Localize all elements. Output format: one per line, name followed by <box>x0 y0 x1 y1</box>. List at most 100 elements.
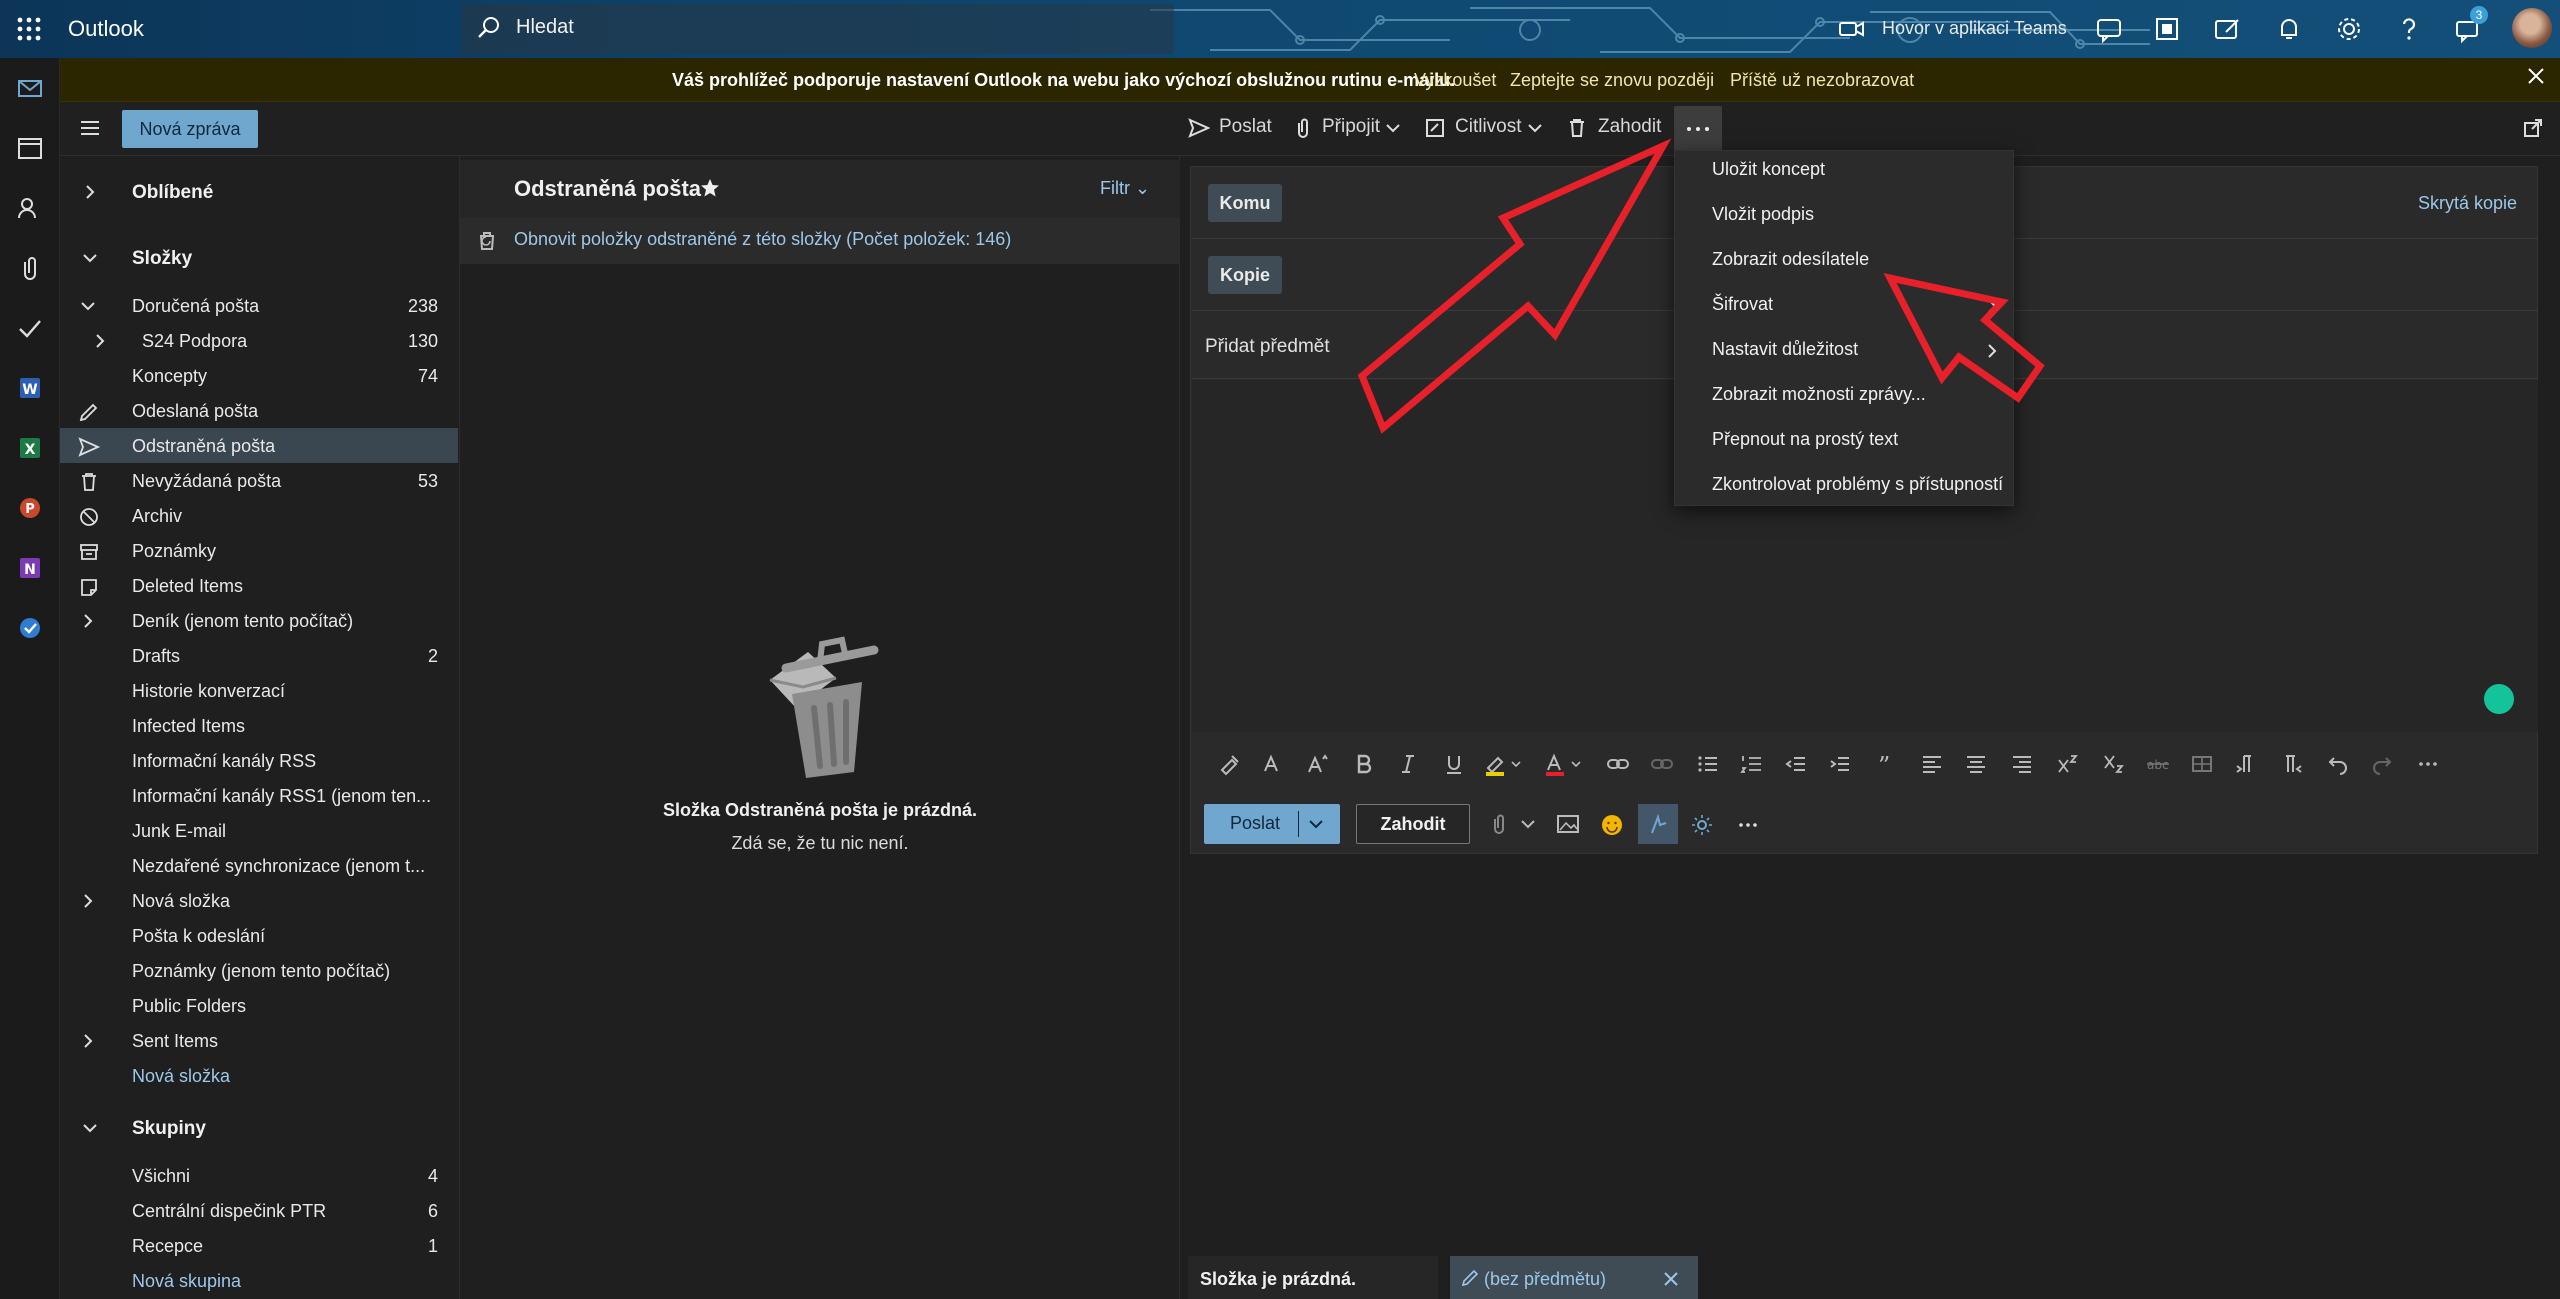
close-icon[interactable] <box>1662 1270 1680 1288</box>
align-center-icon[interactable] <box>1964 752 1988 776</box>
folder-item[interactable]: Historie konverzací <box>60 673 458 708</box>
chevron-right-icon[interactable] <box>80 1033 96 1049</box>
folder-item[interactable]: Nová složka <box>60 1058 458 1093</box>
folder-item[interactable]: Odstraněná pošta <box>60 428 458 463</box>
folder-item[interactable]: Informační kanály RSS <box>60 743 458 778</box>
cc-button[interactable]: Kopie <box>1208 256 1282 294</box>
help-icon[interactable] <box>2394 14 2424 44</box>
folder-item[interactable]: Nevyžádaná pošta 53 <box>60 463 458 498</box>
folder-item[interactable]: Deník (jenom tento počítač) <box>60 603 458 638</box>
align-right-icon[interactable] <box>2010 752 2034 776</box>
emoji-icon[interactable] <box>1600 813 1624 837</box>
chevron-down-icon[interactable] <box>1518 813 1538 835</box>
superscript-icon[interactable] <box>2056 752 2080 776</box>
teams-call-link[interactable]: Hovor v aplikaci Teams <box>1882 18 2067 39</box>
pop-out-icon[interactable] <box>2522 117 2544 139</box>
unlink-icon[interactable] <box>1650 752 1674 776</box>
group-item[interactable]: Centrální dispečink PTR 6 <box>60 1193 458 1228</box>
folder-item[interactable]: Doručená pošta 238 <box>60 288 458 323</box>
folder-item[interactable]: S24 Podpora 130 <box>60 323 458 358</box>
sensitivity-command[interactable]: Citlivost <box>1455 116 1522 138</box>
menu-item[interactable]: Přepnout na prostý text <box>1674 418 2014 463</box>
ellipsis-icon[interactable] <box>2416 752 2440 776</box>
todo-icon[interactable] <box>14 312 46 344</box>
folder-item[interactable]: Infected Items <box>60 708 458 743</box>
hamburger-menu-icon[interactable] <box>78 116 102 140</box>
bold-icon[interactable] <box>1352 752 1376 776</box>
increase-indent-icon[interactable] <box>1828 752 1852 776</box>
calendar-icon[interactable] <box>14 132 46 164</box>
whats-new-icon[interactable] <box>2212 14 2242 44</box>
rtl-icon[interactable] <box>2280 752 2304 776</box>
folder-item[interactable]: Pošta k odeslání <box>60 918 458 953</box>
chevron-down-icon[interactable] <box>1526 117 1544 139</box>
menu-item[interactable]: Nastavit důležitost <box>1674 328 2014 373</box>
todo-app-icon[interactable] <box>14 612 46 644</box>
banner-never-link[interactable]: Příště už nezobrazovat <box>1730 70 1914 91</box>
onenote-icon[interactable]: N <box>14 552 46 584</box>
link-icon[interactable] <box>1606 752 1630 776</box>
sun-icon[interactable] <box>1690 813 1714 837</box>
folder-item[interactable]: Nezdařené synchronizace (jenom t... <box>60 848 458 883</box>
redo-icon[interactable] <box>2370 752 2394 776</box>
folder-item[interactable]: Poznámky (jenom tento počítač) <box>60 953 458 988</box>
bell-icon[interactable] <box>2274 14 2304 44</box>
restore-deleted-link[interactable]: Obnovit položky odstraněné z této složky… <box>514 229 1011 250</box>
discard-command[interactable]: Zahodit <box>1598 116 1661 138</box>
numbering-icon[interactable] <box>1740 752 1764 776</box>
folder-item[interactable]: Odeslaná pošta <box>60 393 458 428</box>
font-icon[interactable] <box>1262 752 1286 776</box>
to-button[interactable]: Komu <box>1208 184 1282 222</box>
chevron-down-icon[interactable] <box>1384 117 1402 139</box>
paperclip-icon[interactable] <box>1488 813 1510 835</box>
favorites-section[interactable]: Oblíbené <box>60 172 458 212</box>
menu-item[interactable]: Uložit koncept <box>1674 148 2014 193</box>
chevron-right-icon[interactable] <box>80 613 96 629</box>
menu-item[interactable]: Šifrovat <box>1674 283 2014 328</box>
mail-icon[interactable] <box>14 72 46 104</box>
font-size-icon[interactable] <box>1306 752 1330 776</box>
video-call-icon[interactable] <box>1836 14 1866 44</box>
office-icon[interactable] <box>2152 14 2182 44</box>
folder-item[interactable]: Archiv <box>60 498 458 533</box>
ellipsis-icon[interactable] <box>1736 813 1760 837</box>
decrease-indent-icon[interactable] <box>1784 752 1808 776</box>
ltr-icon[interactable] <box>2234 752 2258 776</box>
highlight-icon[interactable] <box>1484 752 1524 776</box>
chevron-right-icon[interactable] <box>92 333 108 349</box>
discard-button[interactable]: Zahodit <box>1356 804 1470 844</box>
search-input[interactable]: Hledat <box>516 16 574 39</box>
new-message-button[interactable]: Nová zpráva <box>122 110 258 148</box>
chevron-right-icon[interactable] <box>82 184 98 200</box>
attachment-icon[interactable] <box>14 252 46 284</box>
folders-section[interactable]: Složky <box>60 238 458 278</box>
chevron-down-icon[interactable] <box>82 1120 98 1136</box>
chevron-down-icon[interactable] <box>80 298 96 314</box>
app-launcher-icon[interactable] <box>14 14 44 44</box>
app-brand[interactable]: Outlook <box>68 16 144 42</box>
menu-item[interactable]: Vložit podpis <box>1674 193 2014 238</box>
italic-icon[interactable] <box>1396 752 1420 776</box>
chat-icon[interactable] <box>2094 14 2124 44</box>
chevron-down-icon[interactable] <box>1306 814 1326 834</box>
close-icon[interactable] <box>2526 66 2546 86</box>
menu-item[interactable]: Zkontrolovat problémy s přístupností <box>1674 463 2014 508</box>
folder-item[interactable]: Nová složka <box>60 883 458 918</box>
folder-item[interactable]: Informační kanály RSS1 (jenom ten... <box>60 778 458 813</box>
grammarly-icon[interactable] <box>2484 684 2514 714</box>
menu-item[interactable]: Zobrazit možnosti zprávy... <box>1674 373 2014 418</box>
image-icon[interactable] <box>1556 813 1580 835</box>
group-item[interactable]: Nová skupina <box>60 1263 458 1298</box>
format-painter-icon[interactable] <box>1218 752 1242 776</box>
powerpoint-icon[interactable]: P <box>14 492 46 524</box>
underline-icon[interactable] <box>1442 752 1466 776</box>
folder-item[interactable]: Sent Items <box>60 1023 458 1058</box>
chevron-right-icon[interactable] <box>80 893 96 909</box>
attach-command[interactable]: Připojit <box>1322 116 1380 138</box>
chevron-down-icon[interactable] <box>82 250 98 266</box>
quote-icon[interactable]: ” <box>1874 752 1898 776</box>
excel-icon[interactable]: X <box>14 432 46 464</box>
folder-item[interactable]: Junk E-mail <box>60 813 458 848</box>
gear-icon[interactable] <box>2334 14 2364 44</box>
bullets-icon[interactable] <box>1696 752 1720 776</box>
